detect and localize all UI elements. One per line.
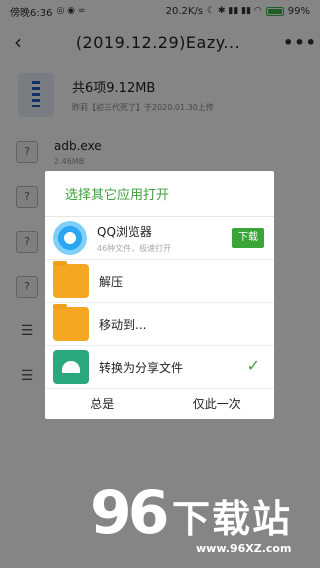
watermark-name: 下载站 <box>172 497 293 541</box>
dialog-title: 选择其它应用打开 <box>45 171 274 217</box>
option-qq-browser[interactable]: QQ浏览器 46种文件，极速打开 下载 <box>45 217 274 260</box>
android-icon <box>53 350 89 384</box>
folder-icon <box>53 261 89 298</box>
open-with-dialog: 选择其它应用打开 QQ浏览器 46种文件，极速打开 下载 解压 移动到... 转… <box>45 171 274 419</box>
always-button[interactable]: 总是 <box>45 389 160 419</box>
option-convert-share[interactable]: 转换为分享文件 ✓ <box>45 346 274 389</box>
check-icon: ✓ <box>246 356 260 375</box>
option-label: 转换为分享文件 <box>99 360 184 375</box>
watermark-url: www.96XZ.com <box>196 542 292 555</box>
option-label: 移动到... <box>99 317 147 332</box>
watermark-number: 96 <box>90 478 169 548</box>
option-move-to[interactable]: 移动到... <box>45 303 274 346</box>
option-label: 解压 <box>99 274 124 289</box>
option-label: QQ浏览器 <box>97 224 152 239</box>
watermark-logo: 96 下载站 www.96XZ.com <box>90 478 310 568</box>
option-description: 46种文件，极速打开 <box>97 243 172 253</box>
folder-icon <box>53 304 89 341</box>
option-extract[interactable]: 解压 <box>45 260 274 303</box>
qq-browser-icon <box>53 221 87 255</box>
download-button[interactable]: 下载 <box>232 228 264 248</box>
just-once-button[interactable]: 仅此一次 <box>160 389 275 419</box>
